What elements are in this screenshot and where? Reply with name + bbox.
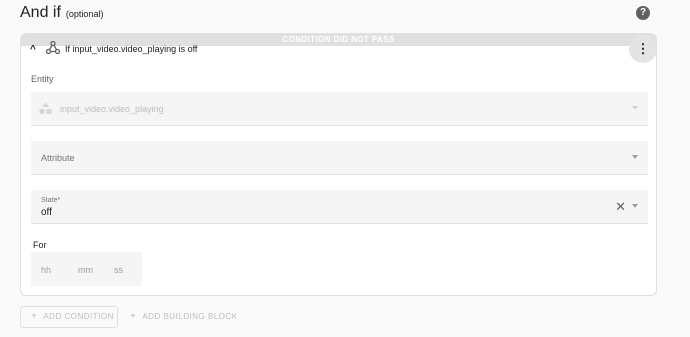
add-condition-button[interactable]: + ADD CONDITION (20, 306, 118, 328)
chevron-down-icon (632, 204, 638, 208)
condition-header[interactable]: CONDITION DID NOT PASS ^ If input_video.… (21, 34, 656, 63)
attribute-placeholder: Attribute (41, 153, 75, 163)
help-icon[interactable]: ? (636, 6, 650, 20)
duration-input: hh mm ss (31, 252, 142, 286)
hours-field[interactable]: hh (41, 265, 51, 275)
entity-label: Entity (31, 74, 54, 84)
add-building-block-label: ADD BUILDING BLOCK (142, 312, 238, 321)
plus-icon: + (31, 311, 38, 322)
add-condition-label: ADD CONDITION (43, 312, 114, 321)
minutes-field[interactable]: mm (78, 265, 93, 275)
add-building-block-button[interactable]: + ADD BUILDING BLOCK (130, 306, 238, 328)
state-label: State* (41, 197, 61, 204)
chevron-up-icon[interactable]: ^ (30, 44, 36, 55)
condition-icon (46, 41, 60, 54)
plus-icon: + (130, 311, 137, 322)
state-value: off (41, 207, 52, 218)
for-label: For (33, 240, 47, 250)
attribute-select[interactable]: Attribute (31, 141, 648, 175)
state-select[interactable]: State* off ✕ (31, 190, 648, 224)
shapes-icon (39, 102, 52, 115)
condition-title: If input_video.video_playing is off (65, 44, 198, 54)
close-icon[interactable]: ✕ (615, 199, 626, 215)
entity-value: input_video.video_playing (60, 104, 164, 114)
condition-card: CONDITION DID NOT PASS ^ If input_video.… (20, 33, 657, 296)
seconds-field[interactable]: ss (114, 265, 123, 275)
section-header: And if (optional) (20, 4, 103, 22)
overflow-menu-button[interactable]: ⋮ (629, 35, 656, 63)
optional-label: (optional) (65, 9, 104, 19)
section-title: And if (20, 4, 61, 21)
chevron-down-icon (632, 106, 638, 110)
entity-picker[interactable]: input_video.video_playing (31, 92, 648, 126)
chevron-down-icon (632, 155, 638, 159)
